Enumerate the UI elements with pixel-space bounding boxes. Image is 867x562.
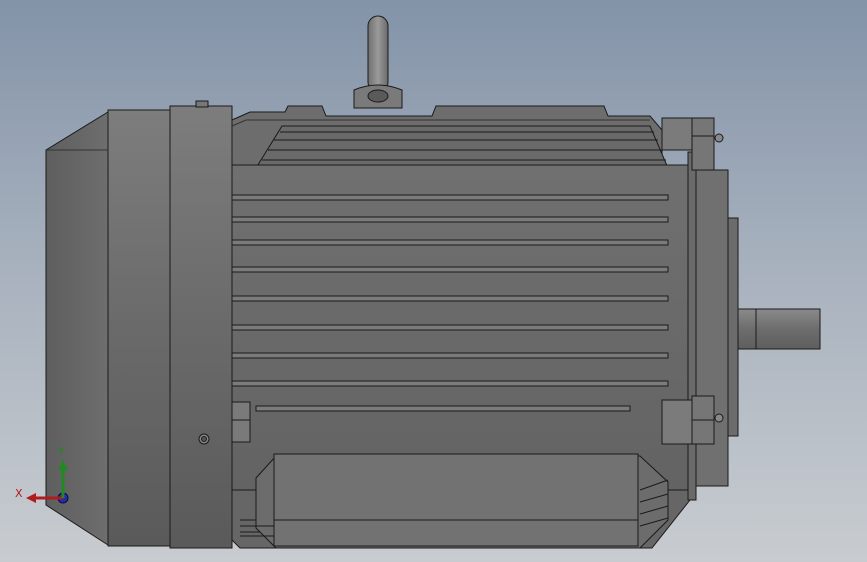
shaft[interactable] [737, 308, 821, 350]
bolt-head [691, 117, 715, 171]
cooling-fin [231, 380, 669, 387]
lifting-eye[interactable] [353, 15, 403, 109]
bolt-head [661, 399, 693, 445]
cooling-fin [231, 295, 669, 302]
bolt-head [661, 117, 693, 151]
cooling-fin [231, 194, 669, 201]
front-end-shield[interactable] [687, 151, 739, 501]
y-axis-label: Y [57, 445, 65, 458]
mounting-foot-left [231, 401, 251, 443]
cooling-fin [231, 324, 669, 331]
end-shield[interactable] [169, 100, 233, 549]
upper-fin-block [255, 125, 669, 169]
3d-viewport[interactable]: X Y [0, 0, 867, 562]
cooling-fin [231, 239, 669, 246]
cooling-fin [231, 352, 669, 359]
cooling-fin [255, 405, 631, 412]
x-axis-label: X [15, 487, 23, 500]
terminal-box[interactable] [240, 453, 669, 549]
terminal-box-lid [273, 453, 639, 547]
cooling-fin [231, 216, 669, 223]
cooling-fin [231, 266, 669, 273]
cad-scene[interactable]: X Y [0, 0, 867, 562]
fan-cover[interactable] [45, 109, 171, 547]
